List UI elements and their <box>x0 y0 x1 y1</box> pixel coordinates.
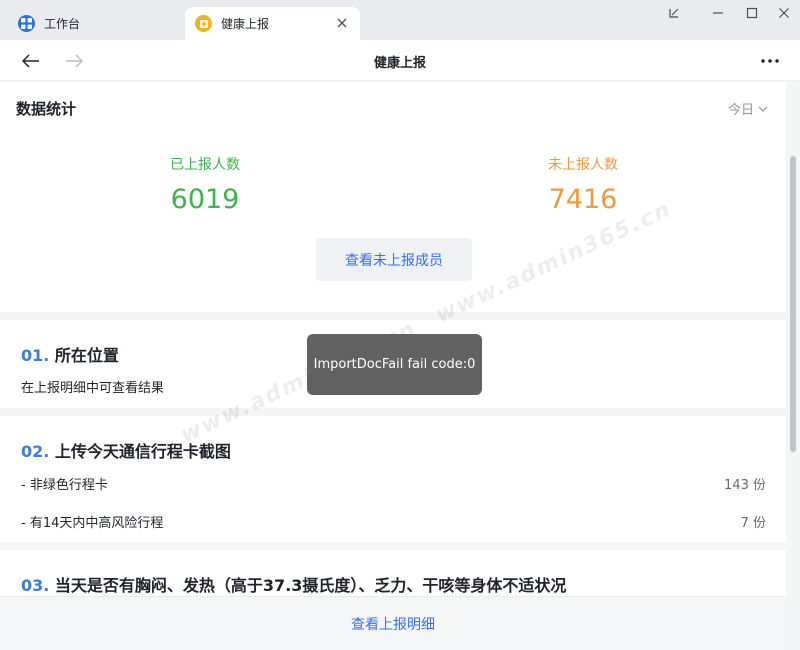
toast-message: ImportDocFail fail code:0 <box>313 357 476 372</box>
question-number: 02. <box>21 442 50 461</box>
close-window-icon[interactable] <box>773 2 795 24</box>
tab-workbench[interactable]: 工作台 <box>0 7 184 40</box>
question-number: 03. <box>21 576 50 595</box>
unreported-count-value: 7416 <box>548 184 618 215</box>
view-unreported-members-button[interactable]: 查看未上报成员 <box>316 238 472 281</box>
unreported-count-label: 未上报人数 <box>548 157 618 173</box>
title-bar: 工作台 健康上报 <box>0 0 800 40</box>
tab-label: 健康上报 <box>221 17 270 31</box>
question-number: 01. <box>21 346 50 365</box>
option-count: 7 份 <box>740 516 766 531</box>
error-toast: ImportDocFail fail code:0 <box>307 334 482 395</box>
date-filter-label: 今日 <box>727 103 754 118</box>
question-title: 02. 上传今天通信行程卡截图 <box>21 438 231 462</box>
maximize-icon[interactable] <box>741 2 763 24</box>
reported-count-value: 6019 <box>170 184 240 215</box>
stats-title: 数据统计 <box>16 100 77 118</box>
chevron-down-icon <box>758 101 768 116</box>
more-options-icon[interactable] <box>757 48 783 74</box>
workbench-icon <box>18 15 35 32</box>
close-tab-icon[interactable] <box>334 15 350 31</box>
question-text: 上传今天通信行程卡截图 <box>54 442 231 461</box>
view-report-details-label: 查看上报明细 <box>351 616 435 633</box>
question-title: 03. 当天是否有胸闷、发热（高于37.3摄氏度）、乏力、干咳等身体不适状况 <box>21 572 566 596</box>
list-item[interactable]: - 非绿色行程卡 143 份 <box>21 474 766 493</box>
pin-window-icon[interactable] <box>663 2 685 24</box>
option-count: 143 份 <box>724 478 766 493</box>
vertical-scrollbar[interactable] <box>786 82 800 650</box>
question-card-itinerary: 02. 上传今天通信行程卡截图 - 非绿色行程卡 143 份 - 有14天内中高… <box>0 416 786 542</box>
scrollbar-thumb[interactable] <box>790 156 796 452</box>
question-text: 所在位置 <box>54 346 119 365</box>
health-report-icon <box>195 15 212 32</box>
list-item[interactable]: - 有14天内中高风险行程 7 份 <box>21 512 766 531</box>
tab-label: 工作台 <box>44 17 81 31</box>
option-label: - 有14天内中高风险行程 <box>21 516 164 531</box>
minimize-icon[interactable] <box>707 2 729 24</box>
nav-bar: 健康上报 <box>0 40 800 81</box>
option-label: - 非绿色行程卡 <box>21 478 108 493</box>
page-title: 健康上报 <box>373 56 426 71</box>
question-note: 在上报明细中可查看结果 <box>21 381 165 396</box>
tab-health-report[interactable]: 健康上报 <box>185 7 360 40</box>
view-report-details-button[interactable]: 查看上报明细 <box>0 596 786 650</box>
date-filter-dropdown[interactable]: 今日 <box>728 99 768 118</box>
question-title: 01. 所在位置 <box>21 342 119 366</box>
question-text: 当天是否有胸闷、发热（高于37.3摄氏度）、乏力、干咳等身体不适状况 <box>54 576 567 595</box>
reported-count-label: 已上报人数 <box>170 157 240 173</box>
stats-card: 数据统计 今日 已上报人数 6019 未上报人数 7416 查看未上报成员 <box>0 82 786 312</box>
